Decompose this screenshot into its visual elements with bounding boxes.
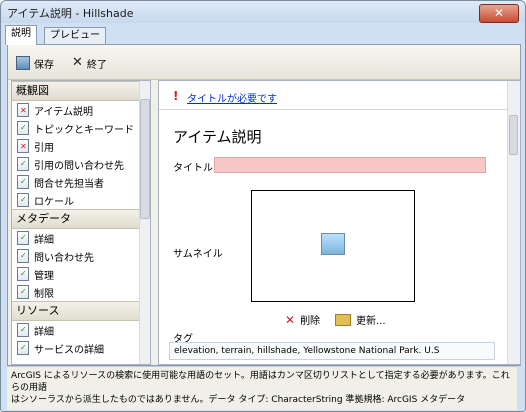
sidebar-item-label: 問合せ先担当者 xyxy=(34,178,104,190)
sidebar-item-contact-manager[interactable]: 問合せ先担当者 xyxy=(12,173,150,191)
tab-preview[interactable]: プレビュー xyxy=(44,27,106,44)
window-titlebar[interactable]: アイテム説明 - Hillshade ✕ xyxy=(1,1,525,23)
editor-body: アイテム説明 タイトル サムネイル ✕ 削除 更新... タグ elevatio… xyxy=(159,114,505,364)
sidebar-section-metadata[interactable]: メタデータ xyxy=(12,209,150,229)
sidebar-item-label: トピックとキーワード xyxy=(34,124,134,136)
navigation-sidebar: 概観図 アイテム説明 トピックとキーワード 引用 引用の問い合わせ先 問合せ先担… xyxy=(11,80,151,365)
delete-thumbnail-button[interactable]: ✕ 削除 xyxy=(285,312,321,328)
sidebar-item-label: アイテム説明 xyxy=(34,106,93,118)
sidebar-section-resource[interactable]: リソース xyxy=(12,301,150,321)
document-ok-icon xyxy=(17,193,29,207)
sidebar-item-label: 詳細 xyxy=(34,326,54,338)
window-title: アイテム説明 - Hillshade xyxy=(7,7,134,20)
sidebar-item-maintenance[interactable]: 管理 xyxy=(12,265,150,283)
close-icon: ✕ xyxy=(72,55,83,70)
title-required-link[interactable]: タイトルが必要です xyxy=(187,90,277,105)
sidebar-item-citation-contact[interactable]: 引用の問い合わせ先 xyxy=(12,155,150,173)
document-ok-icon xyxy=(17,249,29,263)
save-icon xyxy=(16,56,30,70)
tab-strip: 説明 プレビュー xyxy=(5,25,521,45)
document-ok-icon xyxy=(17,341,29,355)
help-line-2: はシソーラスから派生したものではありません。データ タイプ: Character… xyxy=(11,395,466,405)
sidebar-item-label: 詳細 xyxy=(34,234,54,246)
editor-scrollbar[interactable] xyxy=(507,81,520,364)
tab-description[interactable]: 説明 xyxy=(5,25,37,45)
sidebar-item-label: 引用の問い合わせ先 xyxy=(34,160,124,172)
sidebar-item-item-description[interactable]: アイテム説明 xyxy=(12,101,150,119)
sidebar-item-service-details[interactable]: サービスの詳細 xyxy=(12,339,150,357)
sidebar-item-metadata-details[interactable]: 詳細 xyxy=(12,229,150,247)
sidebar-item-topics-keywords[interactable]: トピックとキーワード xyxy=(12,119,150,137)
sidebar-section-overview[interactable]: 概観図 xyxy=(12,81,150,101)
save-label: 保存 xyxy=(34,59,54,71)
document-ok-icon xyxy=(17,231,29,245)
content-area: 保存 ✕ 終了 概観図 アイテム説明 トピックとキーワード 引用 引用の問い合わ… xyxy=(7,44,521,366)
update-thumbnail-button[interactable]: 更新... xyxy=(335,312,386,327)
sidebar-scroll-thumb[interactable] xyxy=(140,99,150,219)
tags-field[interactable]: elevation, terrain, hillshade, Yellowsto… xyxy=(169,342,495,360)
save-button[interactable]: 保存 xyxy=(16,55,54,71)
folder-icon xyxy=(335,313,351,326)
sidebar-scrollbar[interactable] xyxy=(139,81,150,364)
document-ok-icon xyxy=(17,175,29,189)
document-ok-icon xyxy=(17,267,29,281)
editor-panel: ! タイトルが必要です アイテム説明 タイトル サムネイル ✕ 削除 更新... xyxy=(158,80,521,365)
sidebar-item-locale[interactable]: ロケール xyxy=(12,191,150,209)
close-button[interactable]: ✕ 終了 xyxy=(72,55,107,71)
sidebar-item-label: サービスの詳細 xyxy=(34,344,104,356)
editor-scroll-thumb[interactable] xyxy=(509,115,518,155)
update-label: 更新... xyxy=(356,316,386,327)
sidebar-item-label: 制限 xyxy=(34,288,54,300)
sidebar-item-metadata-contact[interactable]: 問い合わせ先 xyxy=(12,247,150,265)
image-placeholder-icon xyxy=(321,233,345,255)
delete-icon: ✕ xyxy=(285,312,296,327)
page-title: アイテム説明 xyxy=(173,128,262,146)
window-close-button[interactable]: ✕ xyxy=(479,4,519,23)
document-error-icon xyxy=(17,139,29,153)
thumbnail-frame[interactable] xyxy=(251,190,415,302)
item-description-window: アイテム説明 - Hillshade ✕ 説明 プレビュー 保存 ✕ 終了 概観… xyxy=(0,0,526,412)
title-field[interactable] xyxy=(214,157,486,173)
sidebar-item-constraints[interactable]: 制限 xyxy=(12,283,150,301)
document-ok-icon xyxy=(17,323,29,337)
document-ok-icon xyxy=(17,285,29,299)
sidebar-item-label: 引用 xyxy=(34,142,54,154)
sidebar-item-citation[interactable]: 引用 xyxy=(12,137,150,155)
warning-icon: ! xyxy=(173,89,179,103)
sidebar-item-label: ロケール xyxy=(34,196,74,208)
sidebar-item-label: 管理 xyxy=(34,270,54,282)
thumbnail-label: サムネイル xyxy=(173,249,223,260)
document-error-icon xyxy=(17,103,29,117)
title-label: タイトル xyxy=(173,163,213,174)
sidebar-item-resource-details[interactable]: 詳細 xyxy=(12,321,150,339)
validation-warning: ! タイトルが必要です xyxy=(159,81,520,110)
close-label: 終了 xyxy=(86,59,107,71)
delete-label: 削除 xyxy=(300,316,321,327)
document-ok-icon xyxy=(17,157,29,171)
toolbar: 保存 ✕ 終了 xyxy=(8,45,520,80)
sidebar-item-label: 問い合わせ先 xyxy=(34,252,94,264)
help-line-1: ArcGIS によるリソースの検索に使用可能な用語のセット。用語はカンマ区切りリ… xyxy=(11,371,510,393)
field-help-text: ArcGIS によるリソースの検索に使用可能な用語のセット。用語はカンマ区切りリ… xyxy=(7,366,517,410)
document-ok-icon xyxy=(17,121,29,135)
